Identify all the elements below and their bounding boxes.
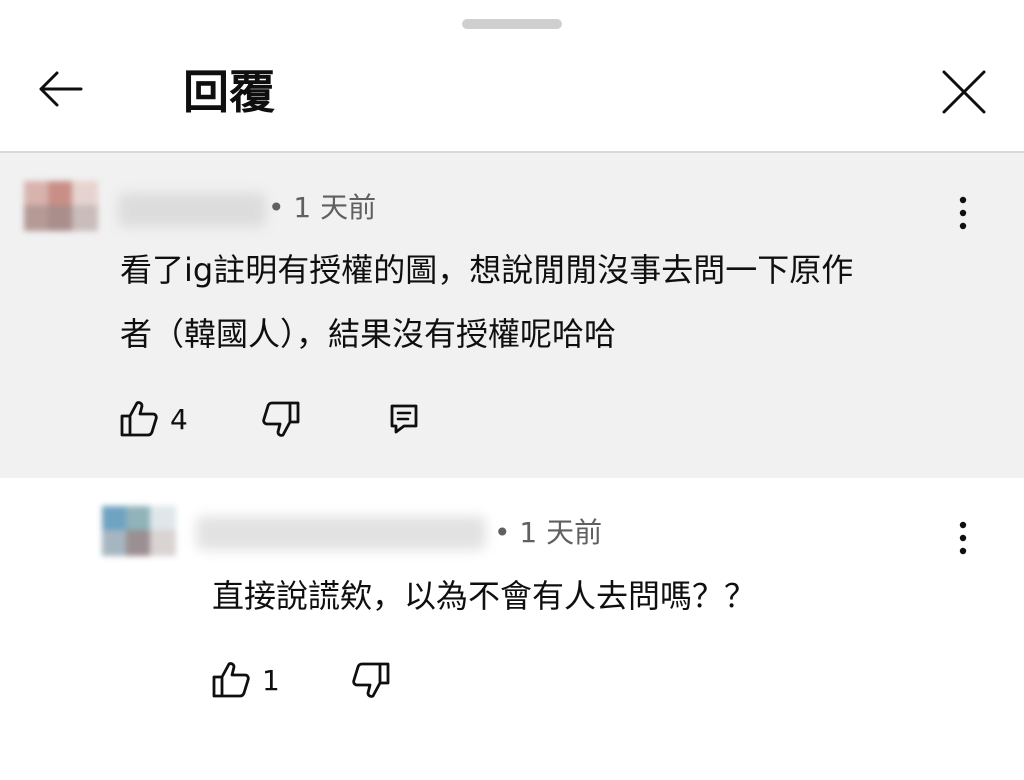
sheet-header: 回覆 [0, 40, 1024, 151]
back-button[interactable] [30, 64, 90, 114]
thumbs-down-icon [262, 401, 300, 437]
reply-button[interactable] [390, 397, 418, 441]
avatar[interactable] [24, 181, 100, 245]
username-redacted[interactable] [118, 193, 266, 227]
like-count: 1 [262, 663, 280, 697]
comment-reply-icon [390, 404, 418, 434]
close-icon [942, 70, 986, 114]
more-vertical-icon [959, 196, 967, 230]
page-title: 回覆 [183, 65, 275, 119]
more-vertical-icon [959, 521, 967, 555]
avatar[interactable] [102, 506, 178, 570]
replies-sheet: 回覆 • 1 天前 看了ig註明有授權的圖，想說閒閒沒事去問一下原作 者（韓國人… [0, 0, 1024, 780]
more-options-button[interactable] [948, 193, 978, 233]
close-button[interactable] [934, 62, 994, 122]
reply-text: 直接說謊欸，以為不會有人去問嗎？？ [212, 564, 756, 628]
dislike-button[interactable] [352, 658, 390, 702]
drag-handle[interactable] [462, 19, 562, 29]
comment-text-line: 看了ig註明有授權的圖，想說閒閒沒事去問一下原作 [120, 251, 854, 289]
dislike-button[interactable] [262, 397, 300, 441]
more-options-button[interactable] [948, 518, 978, 558]
like-count: 4 [170, 402, 188, 436]
username-redacted[interactable] [196, 516, 486, 550]
comment-timestamp: • 1 天前 [268, 191, 377, 224]
comment-actions: 4 [120, 397, 440, 441]
reply-text-line: 直接說謊欸，以為不會有人去問嗎？？ [212, 577, 757, 615]
thumbs-up-icon [212, 662, 250, 698]
like-button[interactable]: 4 [120, 397, 188, 441]
thumbs-down-icon [352, 662, 390, 698]
reply-timestamp: • 1 天前 [494, 516, 603, 549]
comment-text-line: 者（韓國人），結果沒有授權呢哈哈 [120, 315, 617, 353]
thumbs-up-icon [120, 401, 158, 437]
reply-actions: 1 [212, 658, 412, 702]
like-button[interactable]: 1 [212, 658, 280, 702]
reply-item: • 1 天前 直接說謊欸，以為不會有人去問嗎？？ 1 [0, 478, 1024, 780]
arrow-left-icon [39, 71, 83, 107]
comment-item: • 1 天前 看了ig註明有授權的圖，想說閒閒沒事去問一下原作 者（韓國人），結… [0, 153, 1024, 478]
comment-text: 看了ig註明有授權的圖，想說閒閒沒事去問一下原作 者（韓國人），結果沒有授權呢哈… [120, 238, 853, 366]
